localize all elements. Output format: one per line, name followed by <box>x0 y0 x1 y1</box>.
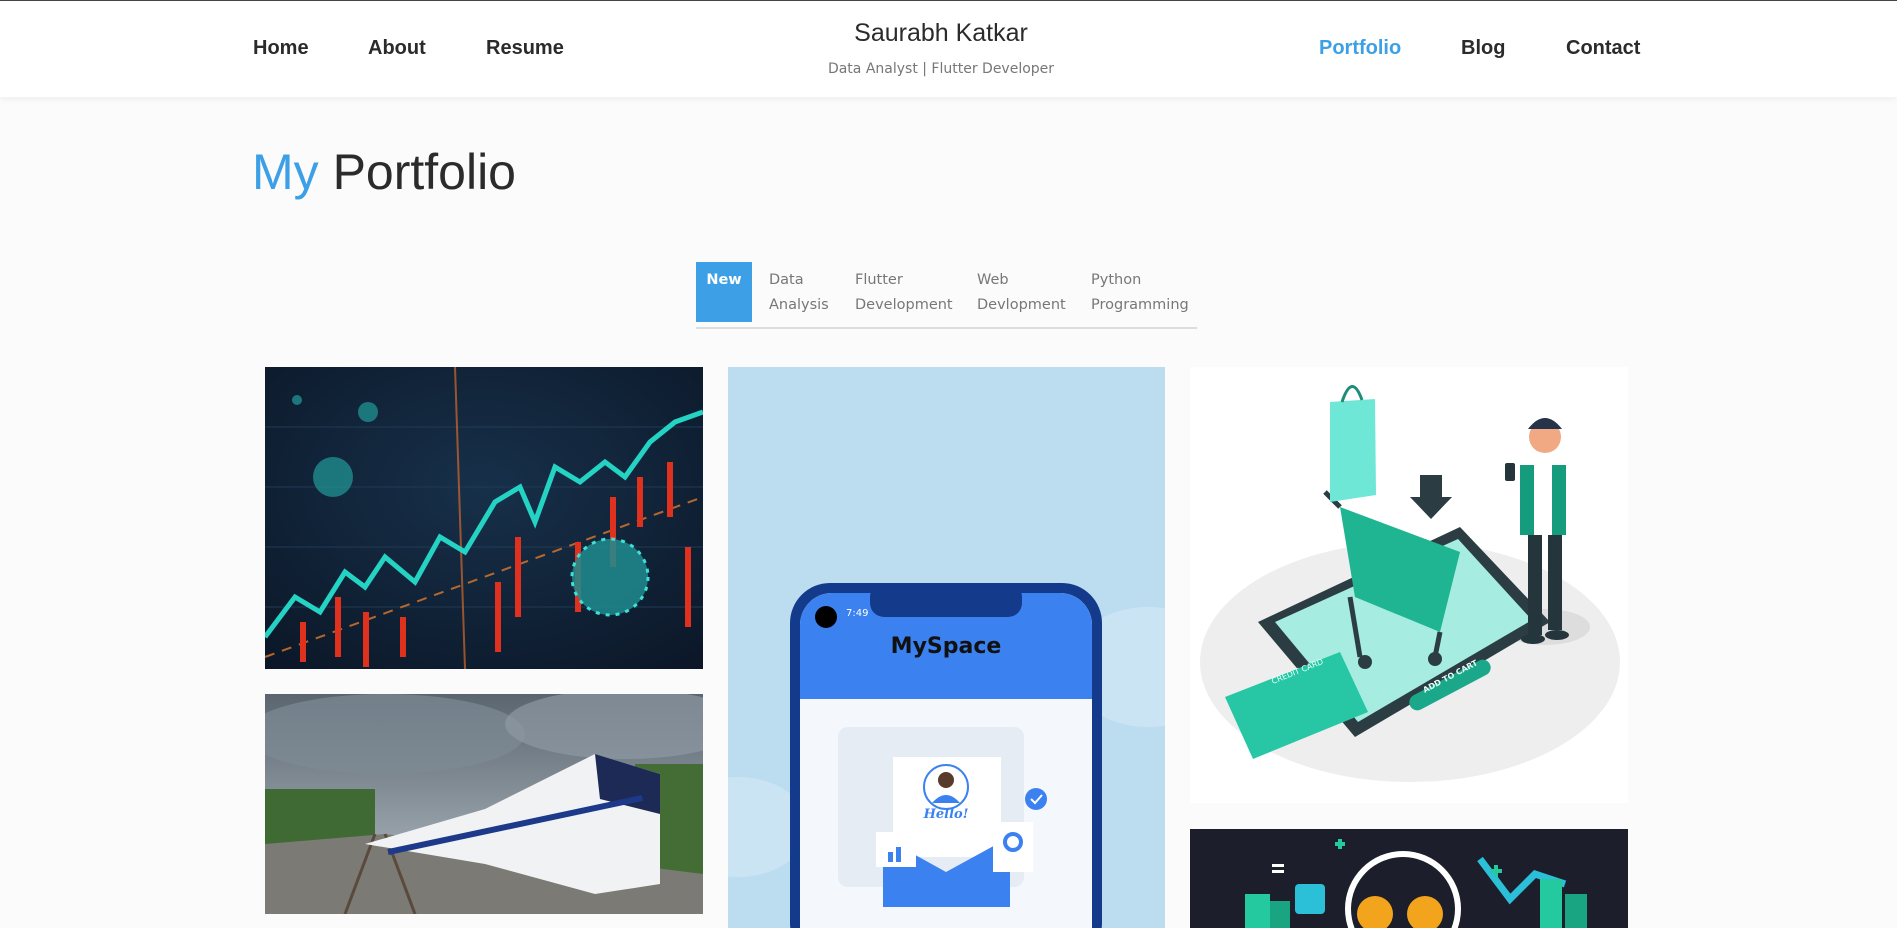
filter-tab-new-label: New <box>706 272 742 288</box>
top-navigation-bar: Home About Resume Saurabh Katkar Data An… <box>0 0 1897 97</box>
filter-tab-label-line1: Data <box>769 272 804 288</box>
filter-tab-label-line2: Programming <box>1091 297 1189 313</box>
phone-app-title: MySpace <box>890 634 1002 659</box>
nav-blog-link[interactable]: Blog <box>1461 37 1505 60</box>
ecommerce-illustration-image <box>1200 385 1620 782</box>
filter-tab-label-line2: Devlopment <box>977 297 1066 313</box>
nav-contact-link[interactable]: Contact <box>1566 37 1640 60</box>
nav-portfolio-link[interactable]: Portfolio <box>1319 37 1401 60</box>
page-title-rest: Portfolio <box>332 144 516 200</box>
portfolio-card-myspace-app[interactable]: 7:49 MySpace Hello! <box>728 367 1165 928</box>
filter-tab-label-line2: Development <box>855 297 953 313</box>
covid-stock-chart-image <box>265 367 703 669</box>
filter-tab-web-development[interactable]: Web Devlopment <box>977 262 1066 322</box>
filter-tab-label-line1: Web <box>977 272 1009 288</box>
page-title: My Portfolio <box>252 143 516 201</box>
filter-tab-new[interactable]: New <box>696 262 752 322</box>
page-title-accent: My <box>252 144 319 200</box>
portfolio-card-train[interactable] <box>265 694 703 914</box>
filter-tab-data-analysis[interactable]: Data Analysis <box>769 262 829 322</box>
portfolio-card-crypto[interactable] <box>1190 829 1628 928</box>
phone-greeting-text: Hello! <box>923 807 969 822</box>
phone-status-time: 7:49 <box>846 608 869 619</box>
filter-tab-label-line1: Python <box>1091 272 1142 288</box>
crypto-illustration-image <box>1245 839 1587 928</box>
filter-tab-flutter-development[interactable]: Flutter Development <box>855 262 953 322</box>
filter-tab-label-line2: Analysis <box>769 297 829 313</box>
portfolio-filter-tabs: New Data Analysis Flutter Development We… <box>696 262 1197 329</box>
filter-tab-python-programming[interactable]: Python Programming <box>1091 262 1189 322</box>
portfolio-card-covid-stock[interactable] <box>265 367 703 669</box>
brand-tagline: Data Analyst | Flutter Developer <box>827 61 1055 77</box>
train-photo-image <box>265 694 703 914</box>
filter-tab-label-line1: Flutter <box>855 272 903 288</box>
portfolio-card-ecommerce[interactable]: CREDIT CARD ADD TO CART <box>1190 367 1628 803</box>
